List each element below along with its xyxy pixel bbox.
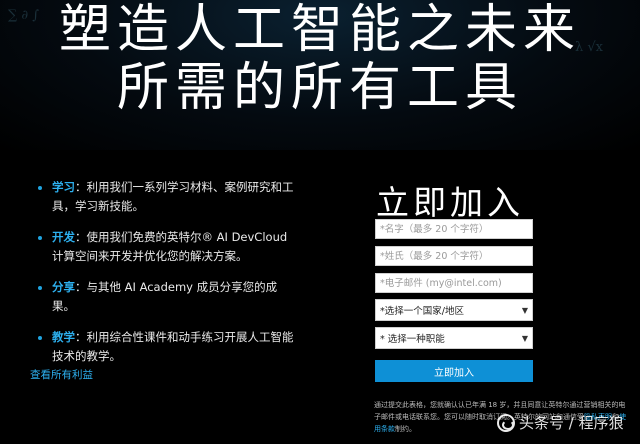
role-select-value: * 选择一种职能: [380, 334, 445, 345]
role-select[interactable]: * 选择一种职能 ▼: [375, 327, 533, 349]
benefits-list: 学习：利用我们一系列学习材料、案例研究和工具，学习新技能。 开发：使用我们免费的…: [36, 178, 296, 378]
first-name-field[interactable]: [375, 219, 533, 239]
benefit-text: ：利用我们一系列学习材料、案例研究和工具，学习新技能。: [52, 180, 294, 213]
bullet-icon: [38, 336, 42, 340]
hero-title-line2: 所需的所有工具: [116, 58, 523, 118]
country-select-value: *选择一个国家/地区: [380, 306, 464, 317]
join-now-button[interactable]: 立即加入: [375, 360, 533, 382]
benefit-text: ：使用我们免费的英特尔® AI DevCloud 计算空间来开发并优化您的解决方…: [52, 230, 288, 263]
join-form-title: 立即加入: [376, 183, 524, 222]
benefit-text: ：利用综合性课件和动手练习开展人工智能技术的教学。: [52, 330, 294, 363]
watermark: 头条号 / 程序狼: [497, 412, 624, 433]
benefit-term: 教学: [52, 330, 75, 344]
last-name-field[interactable]: [375, 246, 533, 266]
watermark-text: 头条号 / 程序狼: [519, 414, 624, 432]
benefit-term: 分享: [52, 280, 75, 294]
country-select[interactable]: *选择一个国家/地区 ▼: [375, 299, 533, 321]
benefit-teach: 教学：利用综合性课件和动手练习开展人工智能技术的教学。: [36, 328, 296, 366]
bullet-icon: [38, 286, 42, 290]
benefit-term: 开发: [52, 230, 75, 244]
benefit-develop: 开发：使用我们免费的英特尔® AI DevCloud 计算空间来开发并优化您的解…: [36, 228, 296, 266]
email-field[interactable]: [375, 273, 533, 293]
legal-suffix: 制约。: [395, 425, 416, 433]
view-all-benefits-link[interactable]: 查看所有利益: [30, 367, 93, 382]
bullet-icon: [38, 236, 42, 240]
chevron-down-icon: ▼: [521, 305, 528, 315]
benefit-learn: 学习：利用我们一系列学习材料、案例研究和工具，学习新技能。: [36, 178, 296, 216]
chevron-down-icon: ▼: [521, 333, 528, 343]
benefit-share: 分享：与其他 AI Academy 成员分享您的成果。: [36, 278, 296, 316]
bullet-icon: [38, 186, 42, 190]
hero-title-line1: 塑造人工智能之未来: [58, 0, 581, 60]
benefit-text: ：与其他 AI Academy 成员分享您的成果。: [52, 280, 278, 313]
hero-banner: ∑ ∂ ∫ λ √x 塑造人工智能之未来 所需的所有工具: [0, 0, 640, 150]
toutiao-logo-icon: [497, 413, 515, 432]
benefit-term: 学习: [52, 180, 75, 194]
